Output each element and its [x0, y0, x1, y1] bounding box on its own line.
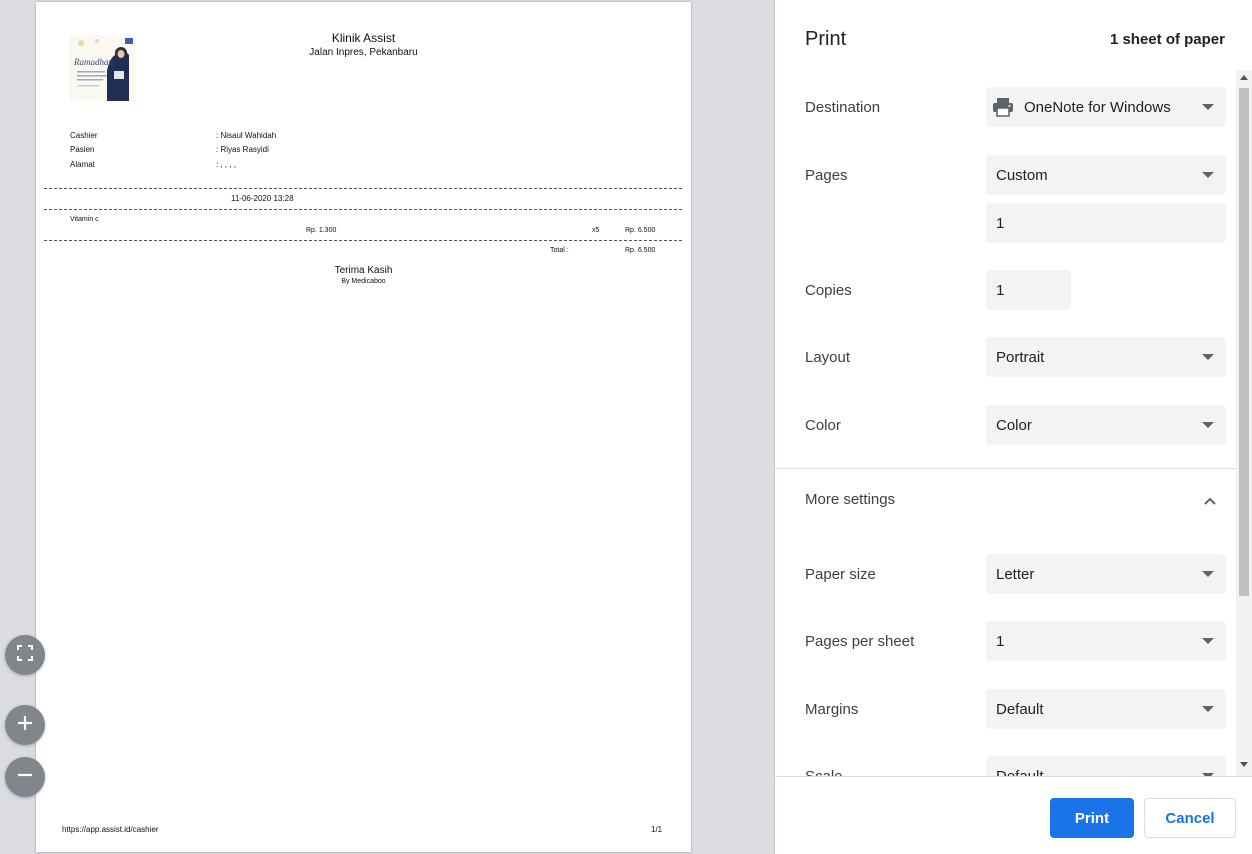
print-button[interactable]: Print	[1050, 798, 1134, 838]
scale-label: Scale	[805, 768, 843, 776]
fit-to-page-button[interactable]	[5, 635, 45, 675]
print-settings-sidebar: Print 1 sheet of paper Destination OneNo…	[774, 0, 1252, 854]
pages-custom-value: 1	[996, 214, 1005, 232]
clinic-name: Klinik Assist	[331, 31, 396, 45]
cashier-label: Cashier	[70, 131, 98, 140]
chevron-down-icon	[1202, 104, 1214, 110]
pages-per-sheet-value: 1	[996, 632, 1005, 650]
chevron-down-icon	[1202, 422, 1214, 428]
printer-icon	[992, 97, 1014, 117]
patient-label: Pasien	[70, 145, 95, 154]
settings-list: Destination OneNote for Windows Pages Cu…	[775, 70, 1252, 776]
margins-value: Default	[996, 700, 1044, 718]
zoom-out-button[interactable]	[5, 757, 45, 797]
divider-line	[44, 188, 682, 189]
pages-select[interactable]: Custom	[986, 155, 1226, 195]
pages-per-sheet-select[interactable]: 1	[986, 621, 1226, 661]
layout-label: Layout	[805, 349, 851, 366]
cancel-button[interactable]: Cancel	[1144, 798, 1236, 838]
footer-url: https://app.assist.id/cashier	[62, 825, 159, 834]
destination-select[interactable]: OneNote for Windows	[986, 87, 1226, 127]
copies-value: 1	[996, 281, 1005, 299]
chevron-up-icon	[1203, 493, 1217, 511]
address-value: : , , , ,	[216, 160, 237, 169]
pages-custom-input[interactable]: 1	[986, 203, 1226, 243]
print-title: Print	[805, 28, 847, 50]
pages-label: Pages	[805, 167, 848, 184]
total-value: Rp. 6.500	[625, 247, 656, 254]
layout-value: Portrait	[996, 348, 1045, 366]
divider-line	[44, 240, 682, 241]
paper-size-value: Letter	[996, 565, 1035, 583]
preview-page: Ramadhan Klinik Assist Jalan Inpres, Pek…	[36, 2, 691, 852]
total-label: Total :	[550, 247, 569, 254]
scroll-up-arrow-icon[interactable]	[1240, 75, 1248, 80]
scale-value: Default	[996, 767, 1044, 777]
chevron-down-icon	[1202, 638, 1214, 644]
footer-page-number: 1/1	[651, 825, 663, 834]
destination-value: OneNote for Windows	[1024, 98, 1171, 116]
more-settings-toggle[interactable]: More settings	[775, 469, 1237, 531]
chevron-down-icon	[1202, 706, 1214, 712]
scroll-down-arrow-icon[interactable]	[1240, 762, 1248, 767]
item-name: Vitamin c	[70, 216, 99, 223]
by-text: By Medicaboo	[341, 278, 386, 285]
scale-select[interactable]: Default	[986, 756, 1226, 776]
copies-input[interactable]: 1	[986, 270, 1071, 310]
color-value: Color	[996, 416, 1032, 434]
print-preview-area: Ramadhan Klinik Assist Jalan Inpres, Pek…	[0, 0, 774, 854]
thanks-text: Terima Kasih	[334, 265, 393, 276]
pages-value: Custom	[996, 166, 1048, 184]
settings-scrollbar[interactable]	[1236, 70, 1252, 776]
destination-label: Destination	[805, 99, 881, 116]
item-subtotal: Rp. 6.500	[625, 227, 656, 234]
fit-to-page-icon	[16, 644, 34, 667]
color-label: Color	[805, 417, 841, 434]
receipt-datetime: 11-06-2020 13:28	[231, 194, 294, 203]
more-settings-label: More settings	[805, 491, 896, 508]
plus-icon	[16, 714, 34, 737]
clinic-address: Jalan Inpres, Pekanbaru	[309, 47, 418, 58]
item-qty: x5	[592, 227, 600, 234]
paper-size-select[interactable]: Letter	[986, 554, 1226, 594]
cashier-value: : Nisaul Wahidah	[216, 131, 277, 140]
scroll-thumb[interactable]	[1239, 88, 1249, 596]
item-price: Rp. 1.300	[306, 227, 337, 234]
paper-size-label: Paper size	[805, 566, 876, 583]
copies-label: Copies	[805, 282, 852, 299]
patient-value: : Riyas Rasyidi	[216, 145, 269, 154]
minus-icon	[16, 766, 34, 789]
chevron-down-icon	[1202, 571, 1214, 577]
margins-label: Margins	[805, 701, 859, 718]
chevron-down-icon	[1202, 354, 1214, 360]
layout-select[interactable]: Portrait	[986, 337, 1226, 377]
divider-line	[44, 209, 682, 210]
sheet-count: 1 sheet of paper	[1109, 31, 1225, 48]
zoom-in-button[interactable]	[5, 705, 45, 745]
pages-per-sheet-label: Pages per sheet	[805, 633, 915, 650]
address-label: Alamat	[70, 160, 95, 169]
logo-text: Ramadhan	[73, 57, 113, 67]
margins-select[interactable]: Default	[986, 689, 1226, 729]
chevron-down-icon	[1202, 172, 1214, 178]
action-bar: Print Cancel	[775, 776, 1252, 854]
color-select[interactable]: Color	[986, 405, 1226, 445]
